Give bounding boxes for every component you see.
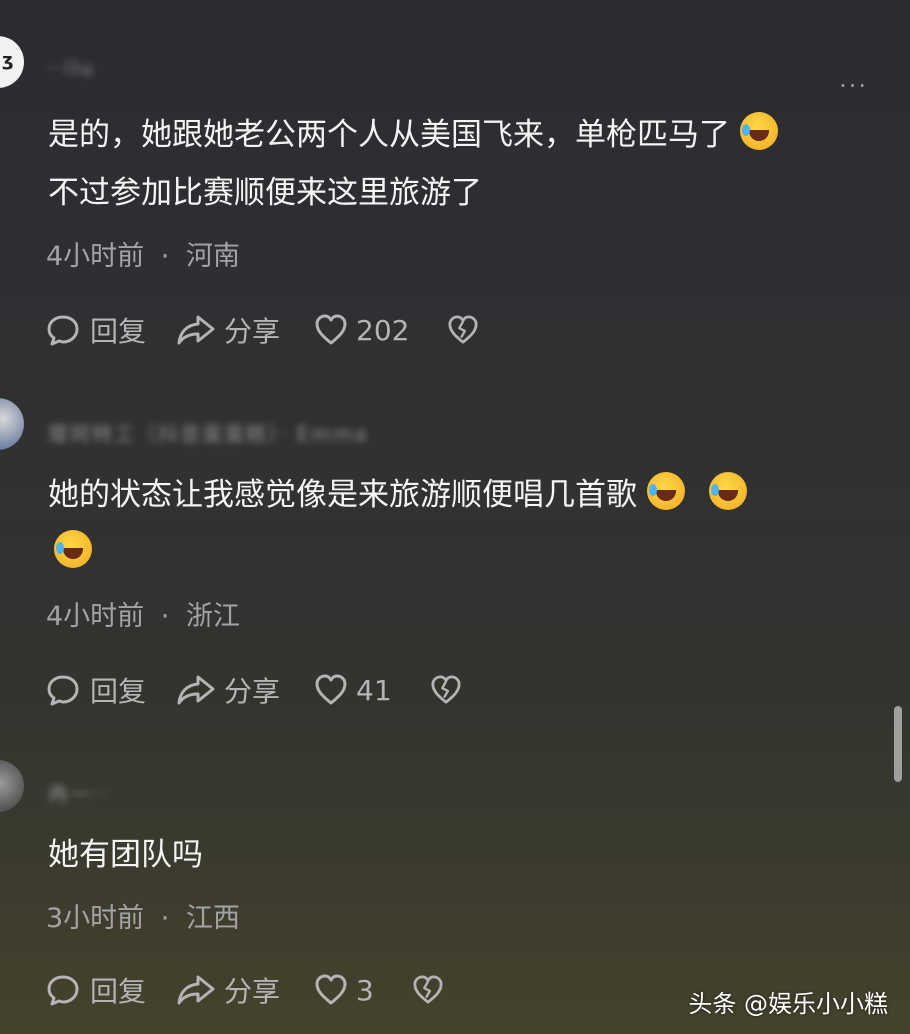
comment-time: 4小时前 bbox=[46, 241, 145, 272]
share-arrow-icon bbox=[177, 675, 215, 705]
watermark: 头条 @娱乐小小糕 bbox=[688, 990, 888, 1018]
chat-bubble-icon bbox=[47, 315, 79, 346]
comment-actions: 回复 分享 202 bbox=[46, 310, 479, 350]
comment-text-line2: 不过参加比赛顺便来这里旅游了 bbox=[48, 175, 482, 211]
comment-actions: 回复 分享 41 bbox=[46, 670, 462, 710]
share-arrow-icon bbox=[177, 315, 215, 345]
reply-label: 回复 bbox=[90, 675, 147, 708]
rofl-emoji-icon bbox=[709, 472, 747, 510]
rofl-emoji-icon bbox=[740, 112, 778, 150]
comment-location: 浙江 bbox=[185, 601, 240, 632]
reply-label: 回复 bbox=[90, 315, 147, 348]
avatar[interactable] bbox=[0, 760, 24, 812]
like-count: 202 bbox=[356, 313, 410, 347]
like-button[interactable]: 41 bbox=[314, 674, 392, 707]
comment-location: 河南 bbox=[185, 241, 240, 272]
comment-text-line1: 是的，她跟她老公两个人从美国飞来，单枪匹马了 bbox=[48, 117, 730, 153]
rofl-emoji-icon bbox=[647, 472, 685, 510]
meta-separator: · bbox=[160, 241, 170, 272]
comment-meta: 4小时前 · 浙江 bbox=[46, 594, 240, 633]
dislike-button[interactable] bbox=[447, 315, 479, 345]
scrollbar[interactable] bbox=[894, 706, 902, 782]
broken-heart-icon bbox=[431, 675, 461, 704]
comment-actions: 回复 分享 3 bbox=[46, 970, 444, 1010]
like-button[interactable]: 3 bbox=[314, 974, 374, 1007]
comment-time: 4小时前 bbox=[46, 601, 145, 632]
meta-separator: · bbox=[160, 601, 170, 632]
heart-icon bbox=[315, 314, 347, 345]
like-count: 3 bbox=[356, 973, 374, 1007]
broken-heart-icon bbox=[413, 975, 443, 1004]
share-label: 分享 bbox=[224, 315, 281, 348]
avatar[interactable]: ʒ bbox=[0, 36, 24, 88]
comment-text-line1: 她有团队吗 bbox=[48, 837, 203, 873]
comment-text: 她的状态让我感觉像是来旅游顺便唱几首歌 bbox=[48, 466, 747, 582]
share-button[interactable]: 分享 bbox=[176, 970, 280, 1010]
comment-location: 江西 bbox=[185, 903, 240, 934]
like-count: 41 bbox=[356, 673, 392, 707]
comment-time: 3小时前 bbox=[46, 903, 145, 934]
comment-meta: 3小时前 · 江西 bbox=[46, 896, 240, 935]
rofl-emoji-icon bbox=[54, 530, 92, 568]
username[interactable]: 冉一·· bbox=[48, 778, 109, 806]
heart-icon bbox=[315, 974, 347, 1005]
share-arrow-icon bbox=[177, 975, 215, 1005]
dislike-button[interactable] bbox=[430, 675, 462, 705]
comment-meta: 4小时前 · 河南 bbox=[46, 234, 240, 273]
share-label: 分享 bbox=[224, 975, 281, 1008]
share-button[interactable]: 分享 bbox=[176, 670, 280, 710]
username[interactable]: ··ilu bbox=[48, 56, 95, 80]
reply-button[interactable]: 回复 bbox=[46, 310, 146, 350]
avatar[interactable] bbox=[0, 398, 24, 450]
broken-heart-icon bbox=[448, 315, 479, 344]
username[interactable]: 璎珂特工（抖音蛋蛋糕）· Emma bbox=[48, 418, 369, 446]
comment-text-line1: 她的状态让我感觉像是来旅游顺便唱几首歌 bbox=[48, 477, 637, 513]
comment-text: 她有团队吗 bbox=[48, 826, 203, 884]
meta-separator: · bbox=[160, 903, 170, 934]
more-options-icon[interactable]: ··· bbox=[839, 72, 868, 100]
share-label: 分享 bbox=[224, 675, 281, 708]
chat-bubble-icon bbox=[47, 975, 79, 1006]
share-button[interactable]: 分享 bbox=[176, 310, 280, 350]
like-button[interactable]: 202 bbox=[314, 314, 409, 347]
reply-label: 回复 bbox=[90, 975, 147, 1008]
heart-icon bbox=[315, 674, 347, 705]
chat-bubble-icon bbox=[47, 675, 79, 706]
reply-button[interactable]: 回复 bbox=[46, 670, 146, 710]
dislike-button[interactable] bbox=[412, 975, 444, 1005]
reply-button[interactable]: 回复 bbox=[46, 970, 146, 1010]
comment-text: 是的，她跟她老公两个人从美国飞来，单枪匹马了 不过参加比赛顺便来这里旅游了 bbox=[48, 106, 778, 222]
